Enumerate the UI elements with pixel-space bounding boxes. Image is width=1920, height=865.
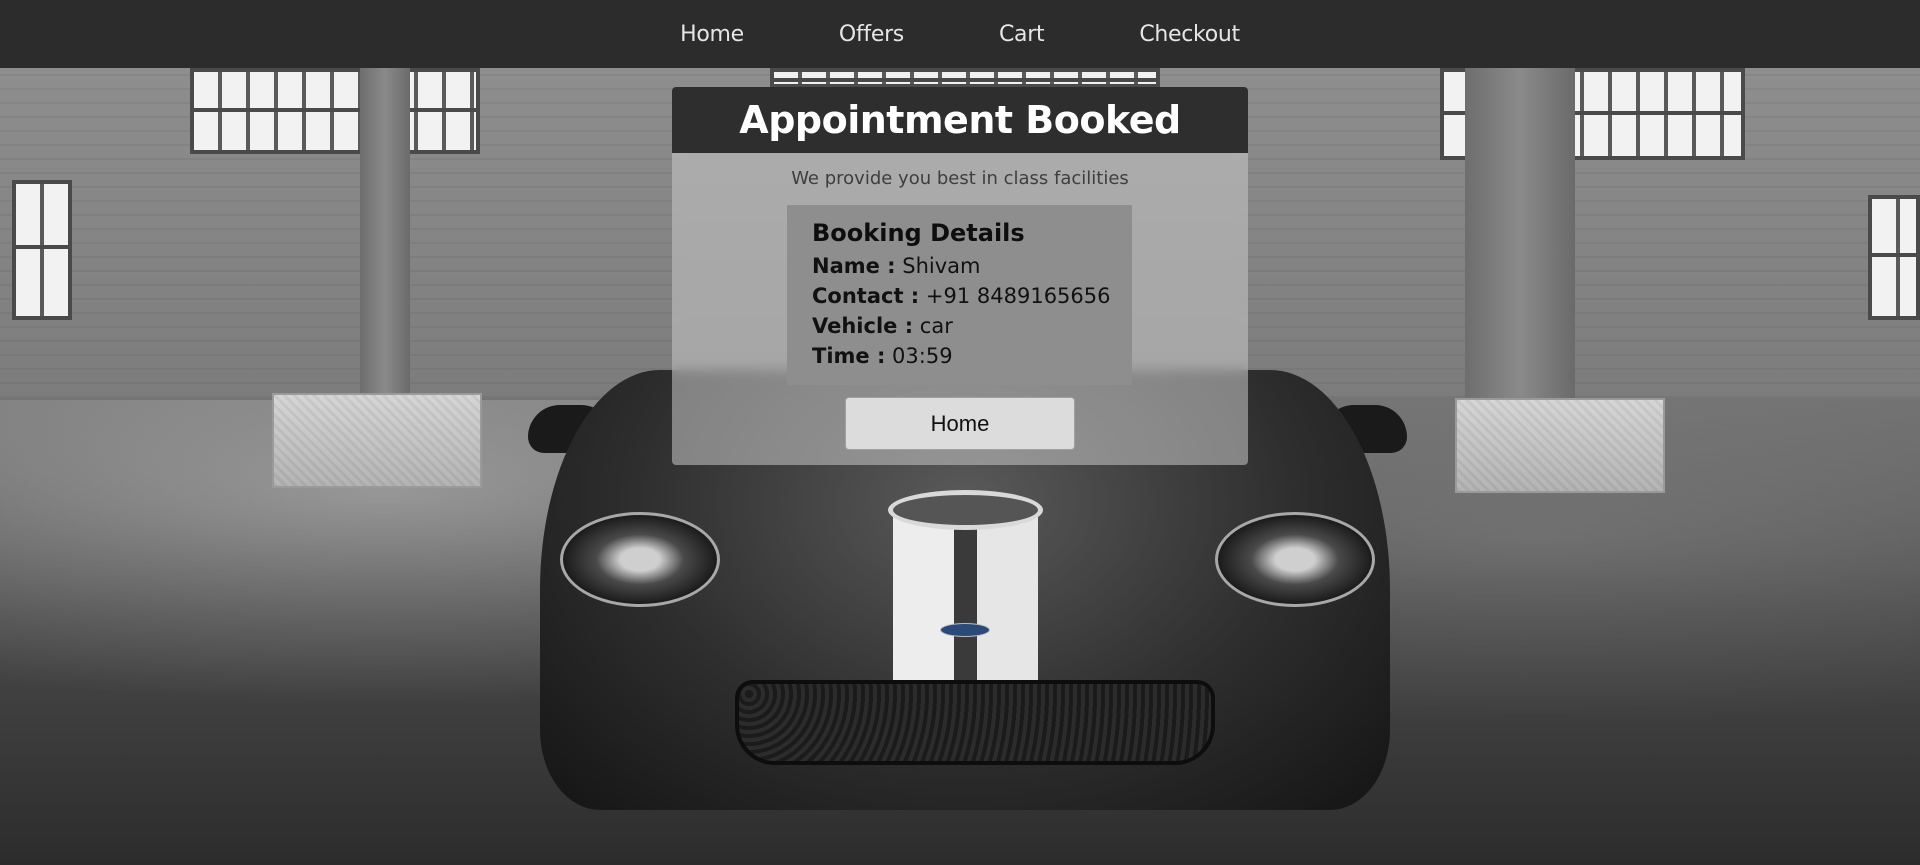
time-label: Time : [812,344,886,368]
warehouse-pillar [360,68,410,398]
nav-offers-link[interactable]: Offers [839,22,904,47]
nav-checkout-link[interactable]: Checkout [1139,22,1240,47]
card-subtitle: We provide you best in class facilities [791,168,1129,189]
time-value: 03:59 [892,344,953,368]
nav-home-link[interactable]: Home [680,22,744,47]
vehicle-label: Vehicle : [812,314,914,338]
concrete-block [1455,398,1665,493]
nav-cart-link[interactable]: Cart [999,22,1045,47]
detail-row-contact: Contact : +91 8489165656 [812,281,1111,311]
car-headlight [1215,512,1375,607]
contact-value: +91 8489165656 [925,284,1111,308]
top-navbar: Home Offers Cart Checkout [0,0,1920,68]
car-emblem [888,490,1043,530]
booking-details-heading: Booking Details [812,219,1025,247]
card-header: Appointment Booked [672,87,1248,153]
car-grille [735,680,1215,765]
warehouse-pillar [1465,68,1575,398]
detail-row-vehicle: Vehicle : car [812,311,1107,341]
detail-row-time: Time : 03:59 [812,341,1107,371]
name-value: Shivam [902,254,981,278]
card-title: Appointment Booked [739,98,1181,142]
warehouse-window [770,68,1160,88]
appointment-card: Appointment Booked We provide you best i… [672,87,1248,465]
contact-label: Contact : [812,284,920,308]
vehicle-value: car [919,314,953,338]
car-badge [940,623,990,637]
car-headlight [560,512,720,607]
home-button[interactable]: Home [845,397,1075,450]
warehouse-window [12,180,72,320]
warehouse-window [190,68,480,154]
concrete-block [272,393,482,488]
booking-details-panel: Booking Details Name : Shivam Contact : … [787,205,1132,385]
detail-row-name: Name : Shivam [812,251,1107,281]
name-label: Name : [812,254,896,278]
warehouse-window [1868,195,1920,320]
